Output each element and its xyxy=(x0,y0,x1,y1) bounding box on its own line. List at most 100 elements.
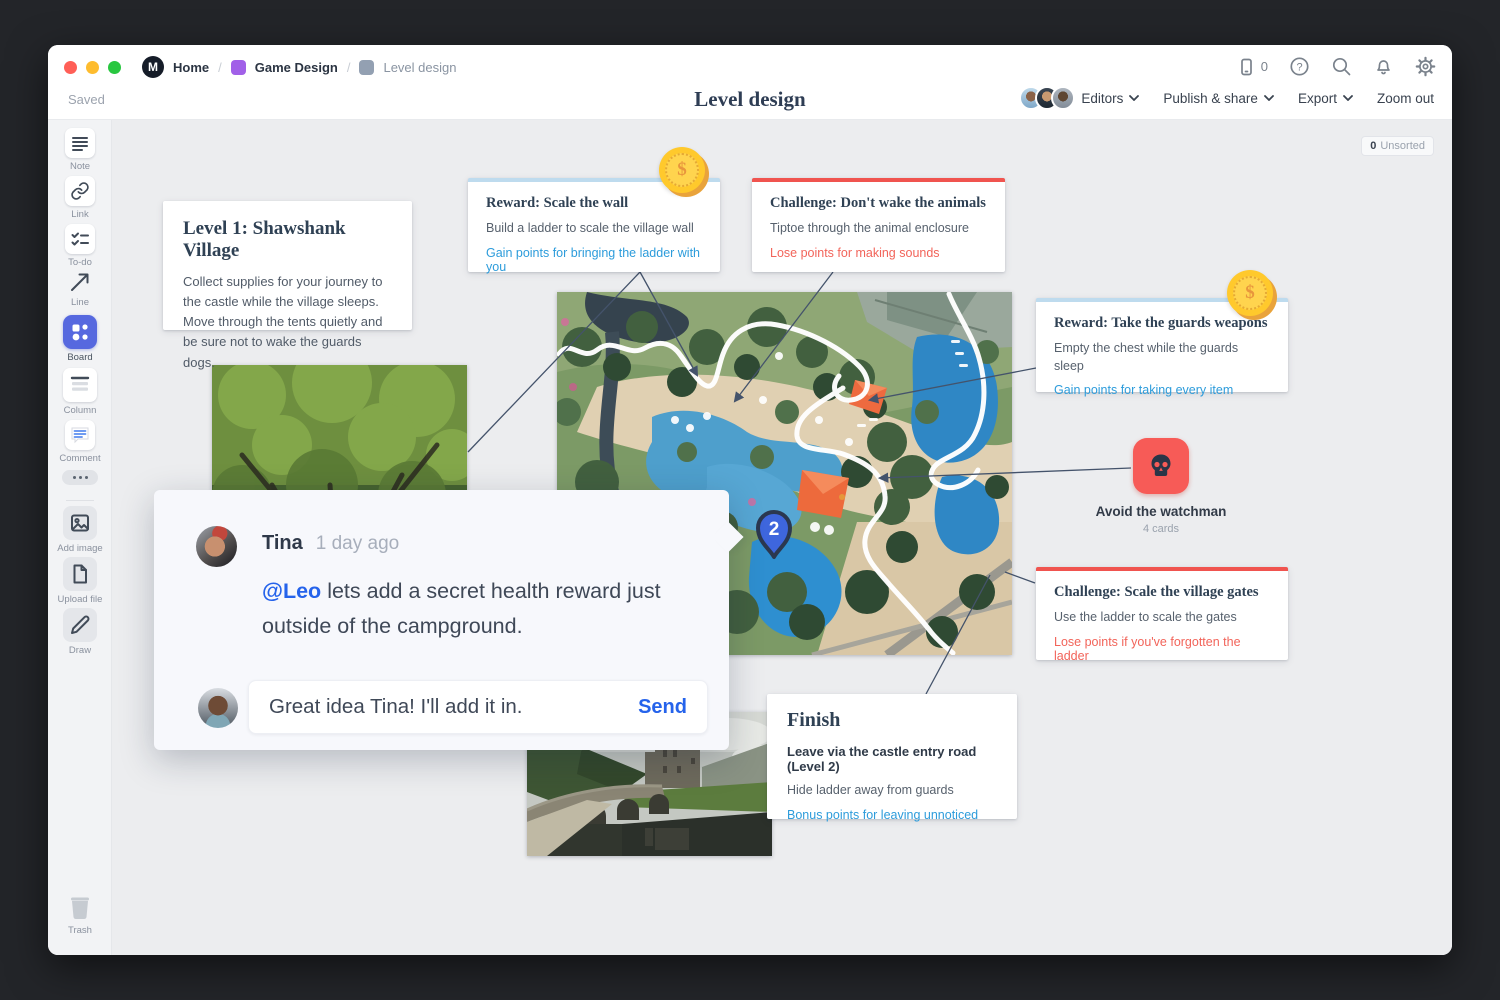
coin-icon[interactable]: $ xyxy=(659,147,705,193)
workspace-color-icon xyxy=(231,60,246,75)
tool-label: Add image xyxy=(48,543,112,554)
comment-timestamp: 1 day ago xyxy=(316,533,399,555)
breadcrumb: M Home / Game Design / Level design xyxy=(64,56,456,78)
chevron-down-icon xyxy=(1343,95,1353,101)
export-menu[interactable]: Export xyxy=(1298,91,1353,106)
search-button[interactable] xyxy=(1331,56,1352,77)
gear-icon xyxy=(1415,56,1436,77)
tool-label: Column xyxy=(48,405,112,416)
card-title: Finish xyxy=(787,709,997,732)
coin-icon[interactable]: $ xyxy=(1227,270,1273,316)
card-body: Collect supplies for your journey to the… xyxy=(183,272,392,373)
skull-board-tile[interactable] xyxy=(1133,438,1189,494)
tool-column[interactable]: Column xyxy=(48,368,112,416)
column-icon xyxy=(68,373,92,397)
mention-link[interactable]: @Leo xyxy=(262,579,321,603)
tool-comment[interactable]: Comment xyxy=(48,420,112,464)
unsorted-badge[interactable]: 0 Unsorted xyxy=(1361,136,1434,156)
breadcrumb-workspace[interactable]: Game Design xyxy=(255,60,338,75)
device-icon xyxy=(1236,57,1256,77)
tool-link[interactable]: Link xyxy=(48,176,112,220)
svg-text:?: ? xyxy=(1296,62,1302,74)
reply-text: Great idea Tina! I'll add it in. xyxy=(269,695,522,719)
board-color-icon xyxy=(359,60,374,75)
add-image-icon xyxy=(69,512,91,534)
send-button[interactable]: Send xyxy=(638,696,687,719)
board-tile-label: Avoid the watchman xyxy=(1073,504,1249,519)
top-icon-row: 0 ? xyxy=(1236,56,1436,77)
tool-label: To-do xyxy=(48,257,112,268)
card-title: Reward: Take the guards weapons xyxy=(1054,315,1270,332)
board-avoid-watchman[interactable]: Avoid the watchman 4 cards xyxy=(1073,438,1249,535)
tool-more-button[interactable] xyxy=(48,470,112,485)
tool-label: Upload file xyxy=(48,594,112,605)
tool-sidebar: Note Link To-do Line xyxy=(48,120,112,955)
avatar-leo xyxy=(198,688,238,728)
card-title: Challenge: Scale the village gates xyxy=(1054,584,1270,601)
publish-share-menu[interactable]: Publish & share xyxy=(1163,91,1274,106)
top-bar: M Home / Game Design / Level design 0 ? xyxy=(48,45,1452,120)
avatar-tina xyxy=(196,526,237,567)
comment-author: Tina xyxy=(262,532,303,555)
unsorted-count: 0 xyxy=(1370,140,1376,152)
tool-upload-file[interactable]: Upload file xyxy=(48,557,112,605)
card-challenge-gates[interactable]: Challenge: Scale the village gates Use t… xyxy=(1036,567,1288,660)
card-body: Use the ladder to scale the gates xyxy=(1054,609,1270,627)
tool-label: Note xyxy=(48,161,112,172)
skull-icon xyxy=(1146,451,1176,481)
tool-line[interactable]: Line xyxy=(48,270,112,308)
coin-symbol: $ xyxy=(665,153,699,187)
zoom-out-button[interactable]: Zoom out xyxy=(1377,91,1434,106)
card-level1[interactable]: Level 1: Shawshank Village Collect suppl… xyxy=(163,201,412,330)
search-icon xyxy=(1331,56,1352,77)
tool-draw[interactable]: Draw xyxy=(48,608,112,656)
settings-button[interactable] xyxy=(1415,56,1436,77)
trash-icon xyxy=(67,893,93,921)
export-label: Export xyxy=(1298,91,1337,106)
comment-icon xyxy=(69,424,91,446)
comment-message-text: lets add a secret health reward just out… xyxy=(262,579,661,638)
board-tile-sublabel: 4 cards xyxy=(1073,523,1249,535)
bell-icon xyxy=(1373,56,1394,77)
maximize-window-icon[interactable] xyxy=(108,61,121,74)
note-icon xyxy=(70,133,90,153)
card-challenge-animals[interactable]: Challenge: Don't wake the animals Tiptoe… xyxy=(752,178,1005,272)
close-window-icon[interactable] xyxy=(64,61,77,74)
card-body: Empty the chest while the guards sleep xyxy=(1054,340,1270,375)
card-body: Tiptoe through the animal enclosure xyxy=(770,220,987,238)
editors-label: Editors xyxy=(1081,91,1123,106)
tool-label: Line xyxy=(48,297,112,308)
tool-trash[interactable]: Trash xyxy=(48,892,112,936)
tool-todo[interactable]: To-do xyxy=(48,224,112,268)
more-dots-icon xyxy=(62,470,98,485)
board-canvas[interactable]: 0 Unsorted xyxy=(112,120,1452,955)
tool-add-image[interactable]: Add image xyxy=(48,506,112,554)
device-count: 0 xyxy=(1261,59,1268,74)
app-logo: M xyxy=(142,56,164,78)
editors-menu[interactable]: Editors xyxy=(1019,86,1139,110)
tool-label: Link xyxy=(48,209,112,220)
tool-board[interactable]: Board xyxy=(48,315,112,363)
reply-input[interactable]: Great idea Tina! I'll add it in. Send xyxy=(248,680,708,734)
map-pin[interactable]: 2 xyxy=(751,505,797,568)
card-finish[interactable]: Finish Leave via the castle entry road (… xyxy=(767,694,1017,819)
breadcrumb-home[interactable]: Home xyxy=(173,60,209,75)
board-actions: Editors Publish & share Export Zoom out xyxy=(1019,86,1434,110)
card-note: Bonus points for leaving unnoticed xyxy=(787,808,997,822)
todo-icon xyxy=(70,229,90,249)
card-body: Build a ladder to scale the village wall xyxy=(486,220,702,238)
device-button[interactable]: 0 xyxy=(1236,57,1268,77)
comment-message: @Leo lets add a secret health reward jus… xyxy=(262,574,682,644)
avatar xyxy=(1051,86,1075,110)
unsorted-label: Unsorted xyxy=(1380,140,1425,152)
card-note: Gain points for bringing the ladder with… xyxy=(486,246,702,274)
tool-note[interactable]: Note xyxy=(48,128,112,172)
card-title: Challenge: Don't wake the animals xyxy=(770,195,987,212)
help-button[interactable]: ? xyxy=(1289,56,1310,77)
minimize-window-icon[interactable] xyxy=(86,61,99,74)
notifications-button[interactable] xyxy=(1373,56,1394,77)
card-note: Gain points for taking every item xyxy=(1054,383,1270,397)
tool-label: Board xyxy=(48,352,112,363)
card-title: Reward: Scale the wall xyxy=(486,195,702,212)
breadcrumb-board[interactable]: Level design xyxy=(383,60,456,75)
